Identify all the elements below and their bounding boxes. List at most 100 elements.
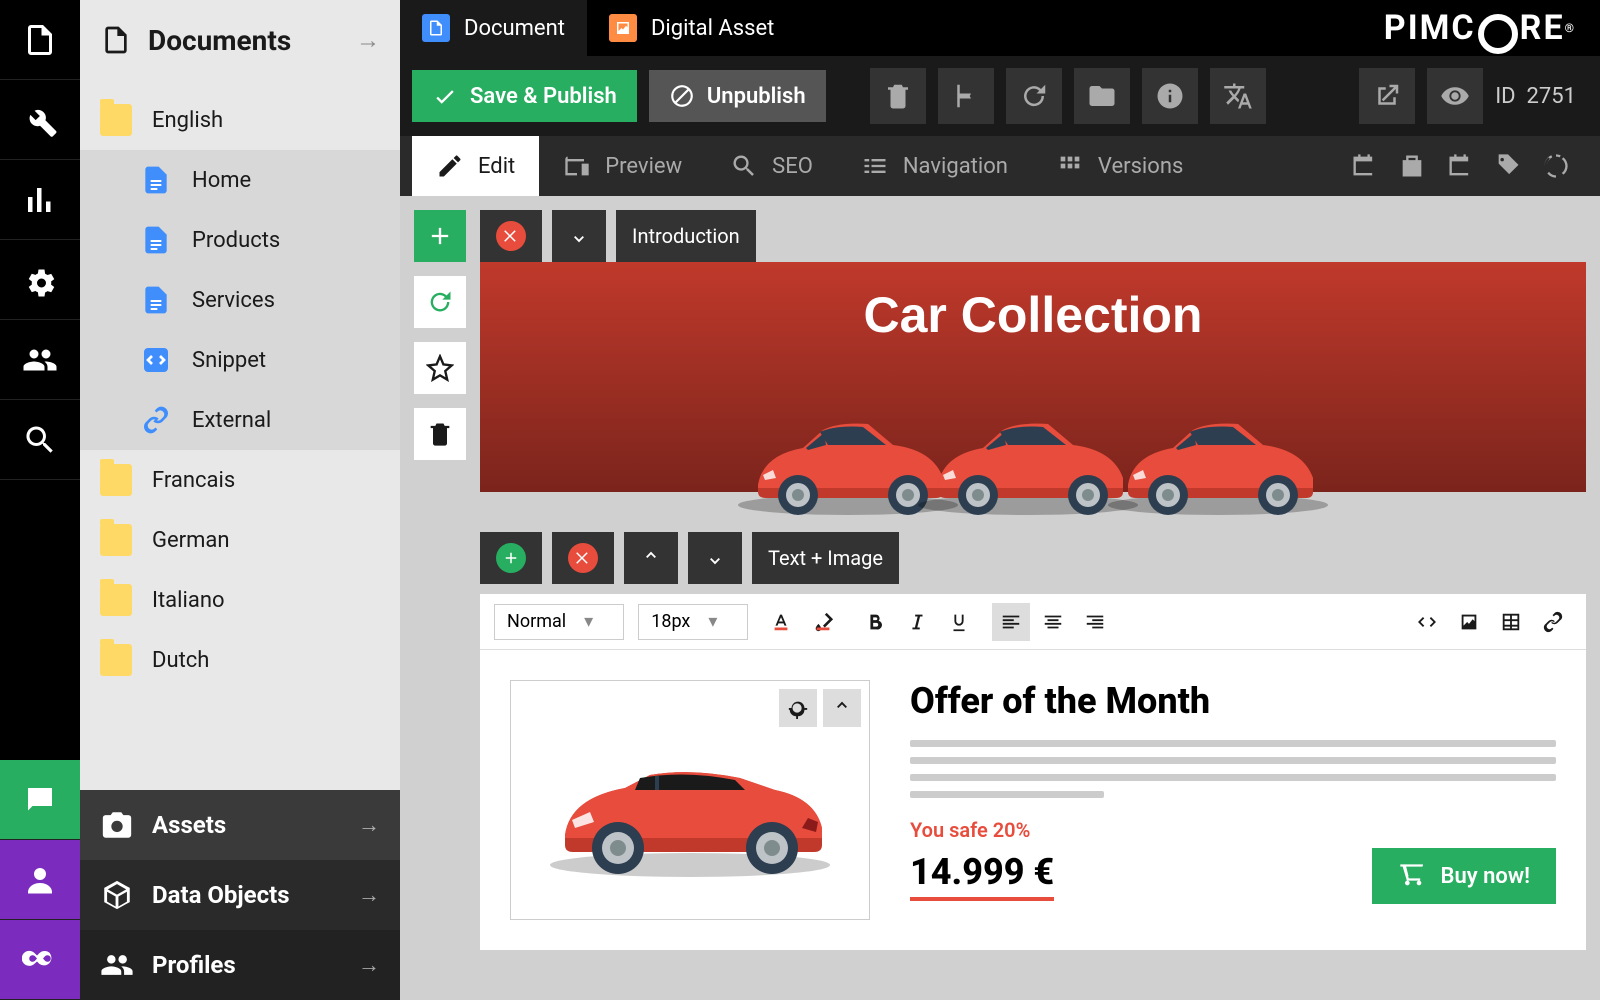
flag-button[interactable] [938, 68, 994, 124]
link-icon [1542, 611, 1564, 633]
view-tab-seo[interactable]: SEO [706, 136, 837, 196]
save-publish-button[interactable]: Save & Publish [412, 70, 637, 122]
tree-folder-italiano[interactable]: Italiano [80, 570, 400, 630]
rte-style-select[interactable]: Normal [494, 604, 624, 640]
rail-tools-icon[interactable] [0, 80, 80, 160]
folder-button[interactable] [1074, 68, 1130, 124]
view-tab-navigation[interactable]: Navigation [837, 136, 1032, 196]
block-add-button[interactable] [414, 210, 466, 262]
tree-doc-services[interactable]: Services [80, 270, 400, 330]
rte-size-select[interactable]: 18px [638, 604, 748, 640]
rail-infinity-icon[interactable] [0, 920, 80, 1000]
refresh-icon [1019, 81, 1049, 111]
rte-italic-button[interactable] [898, 603, 936, 641]
discount-text: You safe 20% [910, 818, 1556, 842]
rte-table-button[interactable] [1492, 603, 1530, 641]
rte-code-button[interactable] [1408, 603, 1446, 641]
rte-underline-button[interactable] [940, 603, 978, 641]
rail-documents-icon[interactable] [0, 0, 80, 80]
clipboard-button[interactable] [1392, 146, 1432, 186]
translate-button[interactable] [1210, 68, 1266, 124]
rail-profile-icon[interactable] [0, 840, 80, 920]
block-favorite-button[interactable] [414, 342, 466, 394]
document-id: ID 2751 [1495, 84, 1576, 109]
rte-fill-color-button[interactable] [804, 603, 842, 641]
tree-doc-home[interactable]: Home [80, 150, 400, 210]
rail-users-icon[interactable] [0, 320, 80, 400]
image-upload-button[interactable] [823, 689, 861, 727]
buy-now-button[interactable]: Buy now! [1372, 848, 1556, 904]
delete-button[interactable] [870, 68, 926, 124]
rail-chat-icon[interactable] [0, 760, 80, 840]
tree-folder-dutch[interactable]: Dutch [80, 630, 400, 690]
block-type-label[interactable]: Text + Image [752, 532, 899, 584]
rte-toolbar: Normal 18px [480, 594, 1586, 650]
underline-icon [948, 611, 970, 633]
tree-folder-english[interactable]: English [80, 90, 400, 150]
status-button[interactable] [1536, 146, 1576, 186]
block-remove-button[interactable] [480, 210, 542, 262]
rail-search-icon[interactable] [0, 400, 80, 480]
font-color-icon [770, 611, 792, 633]
versions-icon [1056, 152, 1084, 180]
rte-align-left-button[interactable] [992, 603, 1030, 641]
price-row: 14.999 € Buy now! [910, 848, 1556, 904]
users-icon [100, 948, 134, 982]
document-icon [140, 284, 172, 316]
open-external-button[interactable] [1359, 68, 1415, 124]
fill-color-icon [812, 611, 834, 633]
image-focus-button[interactable] [779, 689, 817, 727]
tree-doc-products[interactable]: Products [80, 210, 400, 270]
tree-snippet[interactable]: Snippet [80, 330, 400, 390]
tab-document[interactable]: Document [400, 0, 587, 56]
tree-folder-francais[interactable]: Francais [80, 450, 400, 510]
rail-analytics-icon[interactable] [0, 160, 80, 240]
sidebar-data-objects[interactable]: Data Objects→ [80, 860, 400, 930]
block-move-up-button[interactable] [624, 532, 678, 584]
block-remove-button[interactable] [552, 532, 614, 584]
view-tab-edit[interactable]: Edit [412, 136, 539, 196]
schedule-button[interactable] [1440, 146, 1480, 186]
view-tab-versions[interactable]: Versions [1032, 136, 1207, 196]
sidebar-assets[interactable]: Assets→ [80, 790, 400, 860]
placeholder-text [910, 740, 1556, 747]
block-refresh-button[interactable] [414, 276, 466, 328]
rail-settings-icon[interactable] [0, 240, 80, 320]
rte-align-right-button[interactable] [1076, 603, 1114, 641]
block-move-down-button[interactable] [688, 532, 742, 584]
block-type-label[interactable]: Introduction [616, 210, 756, 262]
tab-digital-asset[interactable]: Digital Asset [587, 0, 796, 56]
align-left-icon [1000, 611, 1022, 633]
sidebar-profiles[interactable]: Profiles→ [80, 930, 400, 1000]
preview-eye-button[interactable] [1427, 68, 1483, 124]
sidebar-header[interactable]: Documents → [80, 0, 400, 80]
chevron-right-icon: → [356, 26, 380, 55]
calendar-button[interactable] [1344, 146, 1384, 186]
offer-text[interactable]: Offer of the Month You safe 20% 14.999 €… [910, 680, 1556, 920]
rte-font-color-button[interactable] [762, 603, 800, 641]
unpublish-button[interactable]: Unpublish [649, 70, 826, 122]
rte-link-button[interactable] [1534, 603, 1572, 641]
block-delete-button[interactable] [414, 408, 466, 460]
document-tree: English Home Products Services Snippet E… [80, 80, 400, 790]
block-add-button[interactable] [480, 532, 542, 584]
rte-image-button[interactable] [1450, 603, 1488, 641]
calendar-icon [1446, 152, 1474, 180]
hero-banner[interactable]: Car Collection [480, 262, 1586, 492]
block-move-down-button[interactable] [552, 210, 606, 262]
info-button[interactable] [1142, 68, 1198, 124]
circle-dashed-icon [1542, 152, 1570, 180]
view-tab-preview[interactable]: Preview [539, 136, 706, 196]
placeholder-text [910, 791, 1104, 798]
hero-cars-illustration [728, 400, 1338, 520]
tree-folder-german[interactable]: German [80, 510, 400, 570]
chevron-right-icon: → [358, 882, 380, 908]
refresh-button[interactable] [1006, 68, 1062, 124]
tag-button[interactable] [1488, 146, 1528, 186]
sidebar-footer: Assets→ Data Objects→ Profiles→ [80, 790, 400, 1000]
rte-bold-button[interactable] [856, 603, 894, 641]
tree-external-link[interactable]: External [80, 390, 400, 450]
image-dropzone[interactable] [510, 680, 870, 920]
rte-align-center-button[interactable] [1034, 603, 1072, 641]
target-icon [787, 697, 809, 719]
